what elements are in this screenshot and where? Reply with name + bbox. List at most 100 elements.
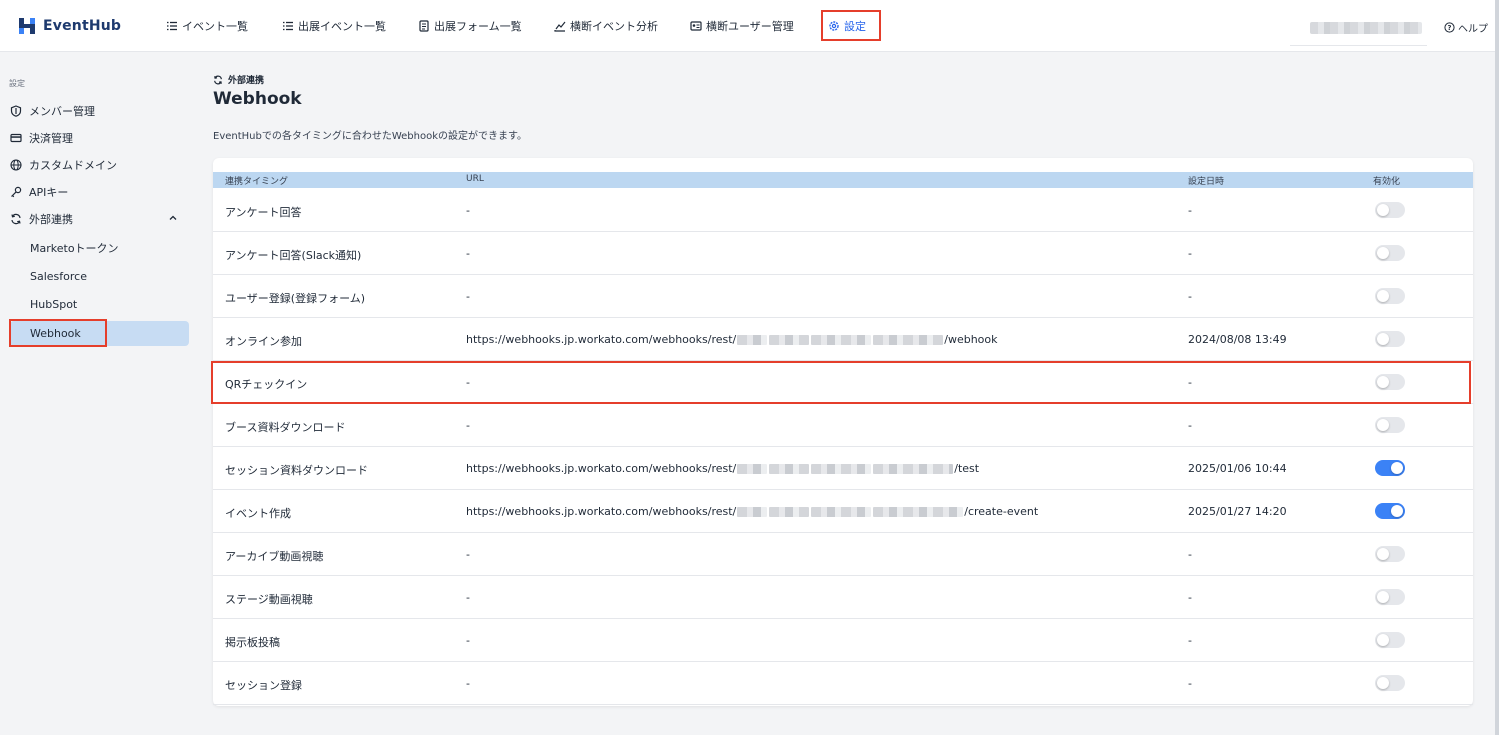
sidebar-item-label: 決済管理 bbox=[29, 132, 73, 145]
cell-url: - bbox=[466, 376, 470, 389]
url-suffix: /webhook bbox=[944, 333, 998, 346]
url-redacted-segment bbox=[769, 464, 810, 474]
help-label: ヘルプ bbox=[1458, 24, 1488, 35]
url-prefix: - bbox=[466, 204, 470, 217]
nav-event-list[interactable]: イベント一覧 bbox=[166, 18, 248, 34]
breadcrumb-label: 外部連携 bbox=[228, 76, 265, 86]
sidebar-subitem-webhook[interactable]: Webhook bbox=[30, 323, 81, 343]
nav-exhibit-form-list[interactable]: 出展フォーム一覧 bbox=[418, 18, 522, 34]
user-name-redacted bbox=[1310, 22, 1422, 34]
scrollbar[interactable] bbox=[1495, 0, 1499, 735]
nav-cross-event-analysis[interactable]: 横断イベント分析 bbox=[554, 18, 658, 34]
cell-url: - bbox=[466, 591, 470, 604]
table-row: アンケート回答(Slack通知) - - bbox=[213, 232, 1473, 275]
page-title: Webhook bbox=[213, 89, 302, 109]
table-row: ステージ動画視聴 - - bbox=[213, 576, 1473, 619]
form-icon bbox=[419, 20, 429, 32]
url-redacted-segment bbox=[811, 507, 872, 517]
breadcrumb: 外部連携 bbox=[213, 73, 264, 86]
cell-timing: セッション資料ダウンロード bbox=[225, 464, 368, 477]
cell-date: 2024/08/08 13:49 bbox=[1188, 333, 1287, 346]
url-redacted-segment bbox=[737, 335, 768, 345]
logo[interactable]: EventHub bbox=[16, 14, 121, 38]
url-redacted-segment bbox=[811, 464, 872, 474]
url-prefix: - bbox=[466, 548, 470, 561]
enable-toggle[interactable] bbox=[1375, 245, 1405, 261]
sidebar-subitem-hubspot[interactable]: HubSpot bbox=[30, 294, 77, 314]
table-row: アーカイブ動画視聴 - - bbox=[213, 533, 1473, 576]
sidebar-item-label: カスタムドメイン bbox=[29, 159, 117, 172]
nav-label: 横断ユーザー管理 bbox=[706, 20, 794, 33]
chevron-up-icon[interactable] bbox=[168, 213, 178, 223]
enable-toggle[interactable] bbox=[1375, 331, 1405, 347]
sidebar-item-members[interactable]: メンバー管理 bbox=[10, 101, 95, 121]
nav-exhibit-event-list[interactable]: 出展イベント一覧 bbox=[282, 18, 386, 34]
enable-toggle[interactable] bbox=[1375, 202, 1405, 218]
gear-icon bbox=[829, 21, 839, 31]
cell-date: - bbox=[1188, 677, 1192, 690]
enable-toggle[interactable] bbox=[1375, 288, 1405, 304]
url-prefix: - bbox=[466, 634, 470, 647]
sidebar-item-label: メンバー管理 bbox=[29, 105, 95, 118]
table-row: オンライン参加 https://webhooks.jp.workato.com/w… bbox=[213, 318, 1473, 361]
user-account-menu[interactable] bbox=[1290, 18, 1427, 46]
webhook-table-card: 連携タイミング URL 設定日時 有効化 アンケート回答 - - アンケート回答(Sl… bbox=[213, 158, 1473, 706]
cell-timing: ブース資料ダウンロード bbox=[225, 421, 346, 434]
list-icon bbox=[283, 21, 293, 31]
table-header: 連携タイミング URL 設定日時 有効化 bbox=[213, 172, 1473, 188]
enable-toggle[interactable] bbox=[1375, 632, 1405, 648]
sidebar-item-custom-domain[interactable]: カスタムドメイン bbox=[10, 155, 117, 175]
toggle-knob bbox=[1377, 333, 1389, 345]
enable-toggle[interactable] bbox=[1375, 417, 1405, 433]
sidebar-item-payment[interactable]: 決済管理 bbox=[10, 128, 73, 148]
toggle-knob bbox=[1377, 204, 1389, 216]
cell-url: - bbox=[466, 634, 470, 647]
nav-cross-user-management[interactable]: 横断ユーザー管理 bbox=[690, 18, 794, 34]
sidebar-subitem-salesforce[interactable]: Salesforce bbox=[30, 266, 87, 286]
cell-url: - bbox=[466, 204, 470, 217]
sidebar-subitem-marketo[interactable]: Marketoトークン bbox=[30, 238, 119, 258]
cell-timing: オンライン参加 bbox=[225, 335, 302, 348]
url-prefix: https://webhooks.jp.workato.com/webhooks… bbox=[466, 333, 737, 346]
url-suffix: /create-event bbox=[964, 505, 1039, 518]
toggle-knob bbox=[1377, 634, 1389, 646]
enable-toggle[interactable] bbox=[1375, 546, 1405, 562]
enable-toggle[interactable] bbox=[1375, 589, 1405, 605]
enable-toggle[interactable] bbox=[1375, 460, 1405, 476]
url-prefix: - bbox=[466, 419, 470, 432]
sidebar-item-external-integration[interactable]: 外部連携 bbox=[10, 209, 73, 229]
cell-timing: イベント作成 bbox=[225, 507, 291, 520]
cell-url: - bbox=[466, 247, 470, 260]
cell-date: - bbox=[1188, 290, 1192, 303]
top-bar: EventHub イベント一覧 出展イベント一覧 出展フォーム一覧 横断イベント… bbox=[0, 0, 1499, 52]
sidebar-item-label: 外部連携 bbox=[29, 213, 73, 226]
help-link[interactable]: ? ヘルプ bbox=[1444, 20, 1488, 35]
url-prefix: - bbox=[466, 677, 470, 690]
enable-toggle[interactable] bbox=[1375, 374, 1405, 390]
cell-timing: 掲示板投稿 bbox=[225, 636, 280, 649]
nav-settings[interactable]: 設定 bbox=[828, 18, 866, 34]
toggle-knob bbox=[1377, 548, 1389, 560]
cell-url: https://webhooks.jp.workato.com/webhooks… bbox=[466, 505, 1038, 518]
url-prefix: - bbox=[466, 290, 470, 303]
url-redacted-segment bbox=[737, 464, 768, 474]
url-redacted-segment bbox=[873, 335, 944, 345]
nav-label: 出展フォーム一覧 bbox=[434, 20, 522, 33]
enable-toggle[interactable] bbox=[1375, 675, 1405, 691]
cell-timing: アーカイブ動画視聴 bbox=[225, 550, 324, 563]
cell-timing: アンケート回答 bbox=[225, 206, 302, 219]
url-suffix: /test bbox=[954, 462, 980, 475]
url-redacted-segment bbox=[873, 464, 954, 474]
toggle-knob bbox=[1377, 677, 1389, 689]
cell-date: - bbox=[1188, 634, 1192, 647]
logo-text: EventHub bbox=[43, 18, 122, 34]
enable-toggle[interactable] bbox=[1375, 503, 1405, 519]
cell-date: - bbox=[1188, 247, 1192, 260]
table-row: アンケート回答 - - bbox=[213, 189, 1473, 232]
toggle-knob bbox=[1391, 462, 1403, 474]
toggle-knob bbox=[1377, 419, 1389, 431]
cell-date: - bbox=[1188, 591, 1192, 604]
sidebar-item-api-key[interactable]: APIキー bbox=[10, 182, 68, 202]
card-icon bbox=[10, 133, 22, 143]
cell-timing: QRチェックイン bbox=[225, 378, 308, 391]
